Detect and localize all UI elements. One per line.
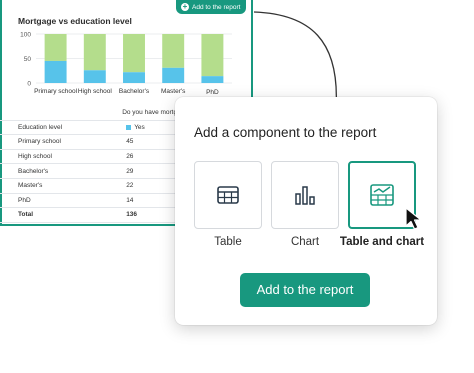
dialog-title: Add a component to the report <box>194 125 377 140</box>
bar-chart-icon <box>295 186 315 205</box>
add-to-report-button[interactable]: Add to the report <box>240 273 370 307</box>
option-table[interactable] <box>194 161 262 229</box>
option-table-and-chart-label: Table and chart <box>339 236 425 248</box>
option-chart[interactable] <box>271 161 339 229</box>
table-chart-icon <box>370 184 394 206</box>
add-component-dialog: Add a component to the report Table Char… <box>175 97 437 325</box>
option-table-label: Table <box>214 236 242 248</box>
mouse-cursor-icon <box>405 207 422 230</box>
table-icon <box>217 186 239 204</box>
